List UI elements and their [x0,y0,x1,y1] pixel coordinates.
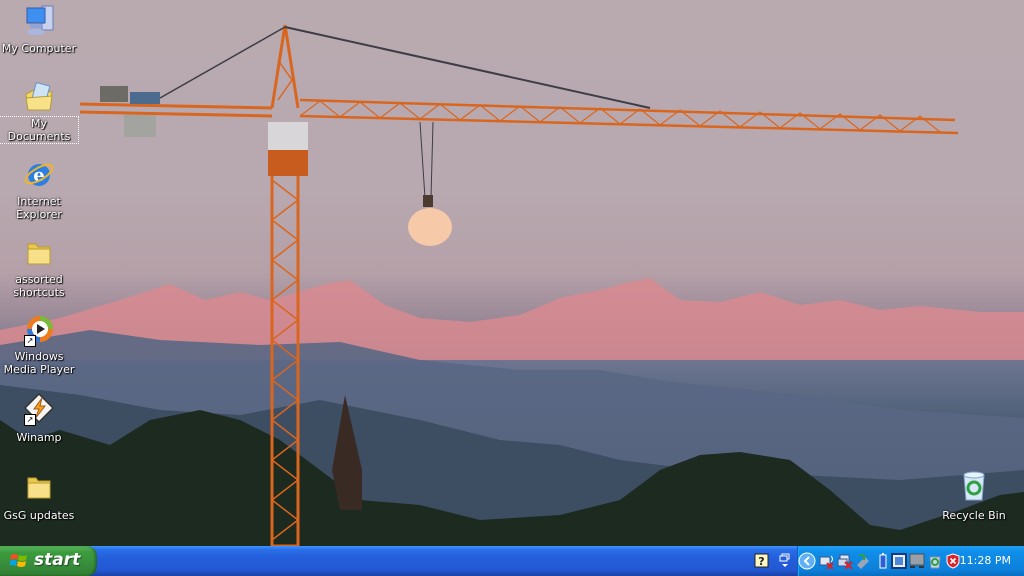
desktop-icon-label: Recycle Bin [942,509,1006,522]
desktop[interactable]: My Computer My Documents e Internet Expl… [0,0,1024,546]
display-settings-icon[interactable] [891,553,907,569]
wallpaper [0,24,1024,546]
counterweight [124,115,156,137]
machinery-box [100,86,128,102]
shortcut-arrow-icon: ↗ [24,414,36,426]
battery-icon[interactable] [875,553,891,569]
help-icon[interactable]: ? [754,553,770,569]
my-computer-icon [22,3,56,37]
internet-explorer-icon: e [22,158,56,192]
system-tray: 11:28 PM [797,546,1024,576]
language-bar-icon[interactable] [777,553,793,569]
windows-logo-icon [10,554,27,567]
wireless-network-disconnected-icon[interactable] [819,553,835,569]
folder-icon [22,470,56,504]
start-label: start [34,550,81,570]
desktop-icon-label: Winamp [16,431,62,444]
taskbar: start ? 11:28 PM [0,546,1024,576]
network-monitor-icon[interactable] [909,553,925,569]
desktop-icon-assorted-shortcuts[interactable]: assorted shortcuts [0,236,78,300]
windows-media-player-icon: ↗ [22,313,56,347]
desktop-icon-internet-explorer[interactable]: e Internet Explorer [0,158,78,222]
network-disconnected-icon[interactable] [837,553,853,569]
folder-icon [22,236,56,270]
crane-turntable [268,150,308,176]
desktop-icon-winamp[interactable]: ↗ Winamp [0,392,78,445]
show-hidden-icons-chevron[interactable] [798,552,816,570]
shortcut-arrow-icon: ↗ [24,335,36,347]
desktop-icon-label: My Computer [1,42,77,55]
security-alert-icon[interactable] [945,553,961,569]
moon [408,208,452,246]
crane-cables [159,26,651,199]
desktop-icon-recycle-bin[interactable]: Recycle Bin [935,470,1013,523]
desktop-icon-windows-media-player[interactable]: ↗ Windows Media Player [0,313,78,377]
recycle-bin-icon [957,470,991,504]
desktop-icon-my-computer[interactable]: My Computer [0,3,78,56]
crane-label-box [130,92,160,104]
crane-cab [268,122,308,150]
start-button[interactable]: start [0,546,97,576]
desktop-icon-label: Windows Media Player [3,350,75,376]
safely-remove-hardware-icon[interactable] [855,553,871,569]
crane-hook [423,195,433,207]
recycle-tray-icon[interactable] [927,553,943,569]
desktop-icon-label: assorted shortcuts [13,273,65,299]
clock[interactable]: 11:28 PM [960,554,1011,567]
desktop-icon-label: Internet Explorer [16,195,62,221]
desktop-icon-label: My Documents [0,116,79,144]
desktop-icon-my-documents[interactable]: My Documents [0,80,79,144]
desktop-icon-label: GsG updates [3,509,75,522]
desktop-icon-gsg-updates[interactable]: GsG updates [0,470,78,523]
svg-text:?: ? [758,555,764,568]
my-documents-icon [22,80,56,114]
winamp-icon: ↗ [22,392,56,426]
